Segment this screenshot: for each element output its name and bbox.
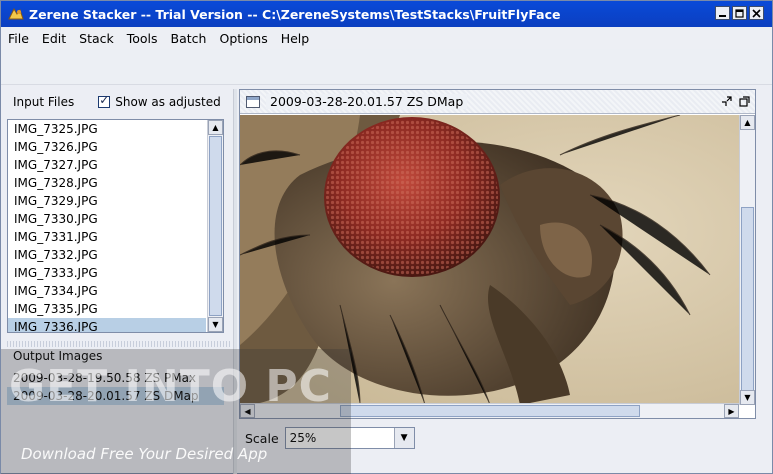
show-adjusted-checkbox[interactable]: [98, 93, 111, 108]
viewer-scroll-down-button[interactable]: ▼: [740, 390, 755, 405]
minimize-button[interactable]: [715, 6, 730, 20]
input-file-item[interactable]: IMG_7331.JPG: [8, 228, 206, 246]
input-file-item[interactable]: IMG_7333.JPG: [8, 264, 206, 282]
left-splitter[interactable]: [7, 341, 231, 347]
input-file-item[interactable]: IMG_7332.JPG: [8, 246, 206, 264]
close-icon: [752, 8, 761, 18]
show-adjusted-label[interactable]: Show as adjusted: [115, 95, 220, 109]
viewer-scroll-right-button[interactable]: ▶: [724, 404, 739, 418]
maximize-icon: [735, 8, 744, 18]
viewer-vertical-scrollbar[interactable]: ▲ ▼: [739, 115, 755, 405]
frame-maximize-button[interactable]: [737, 94, 751, 108]
viewer-title: 2009-03-28-20.01.57 ZS DMap: [266, 94, 468, 109]
input-file-item[interactable]: IMG_7334.JPG: [8, 282, 206, 300]
arrow-down-icon: ▼: [744, 393, 751, 402]
viewer-hscroll-thumb[interactable]: [340, 405, 640, 417]
minimize-icon: [719, 14, 726, 17]
title-bar[interactable]: Zerene Stacker -- Trial Version -- C:\Ze…: [1, 1, 772, 27]
input-file-item[interactable]: IMG_7325.JPG: [8, 120, 206, 138]
watermark-logo-text: GET INTO PC: [9, 361, 332, 412]
menu-batch[interactable]: Batch: [170, 31, 208, 46]
arrow-up-icon: ▲: [212, 123, 219, 132]
scroll-thumb[interactable]: [209, 136, 222, 316]
chevron-down-icon: ▼: [400, 433, 408, 443]
input-file-item[interactable]: IMG_7330.JPG: [8, 210, 206, 228]
maximize-button[interactable]: [732, 6, 747, 20]
arrow-up-icon: ▲: [744, 118, 751, 127]
restore-icon: [721, 95, 732, 106]
arrow-right-icon: ▶: [728, 406, 735, 416]
viewer-vscroll-thumb[interactable]: [741, 207, 754, 391]
frame-window-icon: [246, 95, 260, 108]
input-files-scrollbar[interactable]: ▲ ▼: [207, 120, 223, 332]
input-file-item[interactable]: IMG_7335.JPG: [8, 300, 206, 318]
window-title: Zerene Stacker -- Trial Version -- C:\Ze…: [29, 6, 561, 22]
menu-tools[interactable]: Tools: [126, 31, 159, 46]
input-files-list[interactable]: IMG_7325.JPG IMG_7326.JPG IMG_7327.JPG IMG_…: [7, 119, 224, 333]
input-file-item[interactable]: IMG_7327.JPG: [8, 156, 206, 174]
menu-file[interactable]: File: [7, 31, 30, 46]
input-file-item[interactable]: IMG_7329.JPG: [8, 192, 206, 210]
menu-bar: File Edit Stack Tools Batch Options Help: [1, 27, 772, 49]
maximize-frame-icon: [738, 95, 750, 107]
app-window: Zerene Stacker -- Trial Version -- C:\Ze…: [0, 0, 773, 474]
scroll-down-button[interactable]: ▼: [208, 317, 223, 332]
input-file-item[interactable]: IMG_7326.JPG: [8, 138, 206, 156]
menu-help[interactable]: Help: [280, 31, 311, 46]
input-file-item[interactable]: IMG_7336.JPG: [8, 318, 206, 332]
arrow-down-icon: ▼: [212, 320, 219, 329]
close-button[interactable]: [749, 6, 764, 20]
menu-stack[interactable]: Stack: [78, 31, 115, 46]
toolbar-area: [1, 49, 772, 85]
input-file-item[interactable]: IMG_7328.JPG: [8, 174, 206, 192]
scale-dropdown-button[interactable]: ▼: [393, 428, 414, 448]
frame-minimize-button[interactable]: [719, 94, 733, 108]
menu-options[interactable]: Options: [218, 31, 268, 46]
app-logo-icon: [8, 7, 24, 20]
viewer-title-bar[interactable]: 2009-03-28-20.01.57 ZS DMap: [240, 90, 755, 114]
input-files-label: Input Files: [13, 95, 75, 109]
menu-edit[interactable]: Edit: [41, 31, 67, 46]
scroll-up-button[interactable]: ▲: [208, 120, 223, 135]
viewer-scroll-up-button[interactable]: ▲: [740, 115, 755, 130]
watermark-subtext: Download Free Your Desired App: [21, 445, 268, 463]
input-files-header: Input Files Show as adjusted: [7, 89, 231, 115]
